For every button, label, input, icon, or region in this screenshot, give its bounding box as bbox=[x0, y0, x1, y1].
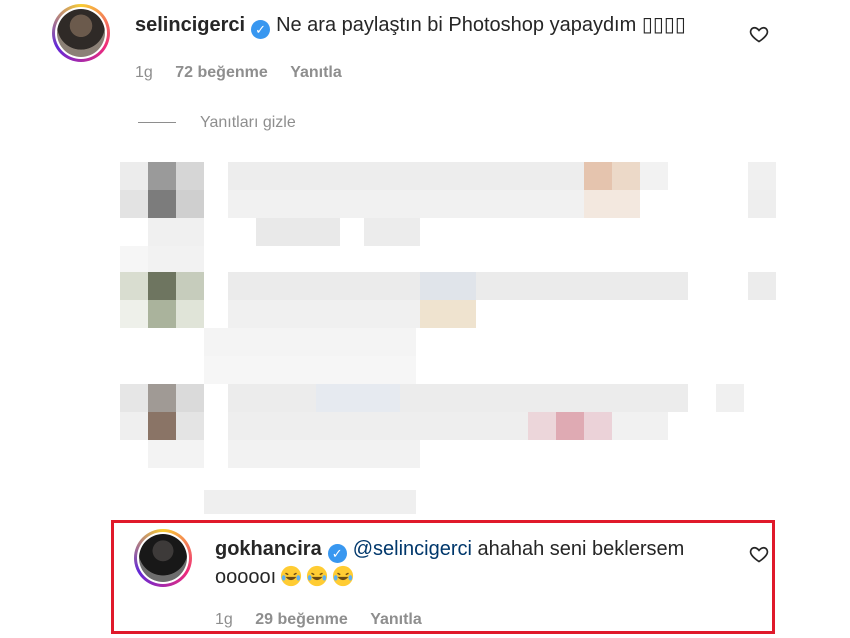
avatar[interactable] bbox=[134, 529, 192, 587]
divider-line bbox=[138, 122, 176, 124]
heart-icon[interactable] bbox=[749, 24, 769, 44]
comment-time: 1g bbox=[135, 64, 153, 81]
verified-badge-icon: ✓ bbox=[327, 544, 347, 563]
avatar[interactable] bbox=[52, 4, 110, 62]
laughing-emoji-icon bbox=[281, 565, 302, 587]
heart-icon[interactable] bbox=[749, 544, 769, 564]
reply-button[interactable]: Yanıtla bbox=[290, 64, 342, 81]
laughing-emoji-icon bbox=[307, 565, 328, 587]
comment-text-line-2: oooooı bbox=[215, 564, 354, 590]
comment-body: Ne ara paylaştın bi Photoshop yapaydım ▯… bbox=[276, 14, 686, 36]
hide-replies-button[interactable]: Yanıtları gizle bbox=[138, 114, 296, 132]
laughing-emoji-icon bbox=[333, 565, 354, 587]
comment-likes[interactable]: 72 beğenme bbox=[175, 64, 267, 81]
hide-replies-label: Yanıtları gizle bbox=[200, 114, 296, 131]
comment-meta: 1g 72 beğenme Yanıtla bbox=[135, 64, 360, 82]
comment-text-line: gokhancira ✓ @selincigerci ahahah seni bek… bbox=[215, 536, 684, 563]
verified-badge-icon: ✓ bbox=[251, 20, 271, 39]
avatar-photo bbox=[139, 534, 187, 582]
reply-button[interactable]: Yanıtla bbox=[370, 611, 422, 628]
comment-username[interactable]: gokhancira bbox=[215, 538, 322, 560]
comment-body-2: oooooı bbox=[215, 566, 277, 588]
comment-text-line: selincigerci ✓ Ne ara paylaştın bi Photosh… bbox=[135, 12, 686, 39]
comment-meta: 1g 29 beğenme Yanıtla bbox=[215, 611, 440, 629]
mention-link[interactable]: @selincigerci bbox=[353, 538, 472, 560]
comment-likes[interactable]: 29 beğenme bbox=[255, 611, 347, 628]
avatar-photo bbox=[57, 9, 105, 57]
comment-body: ahahah seni beklersem bbox=[477, 538, 685, 560]
comment-time: 1g bbox=[215, 611, 233, 628]
pixelated-censored-content bbox=[120, 162, 780, 522]
comment-username[interactable]: selincigerci bbox=[135, 14, 245, 36]
